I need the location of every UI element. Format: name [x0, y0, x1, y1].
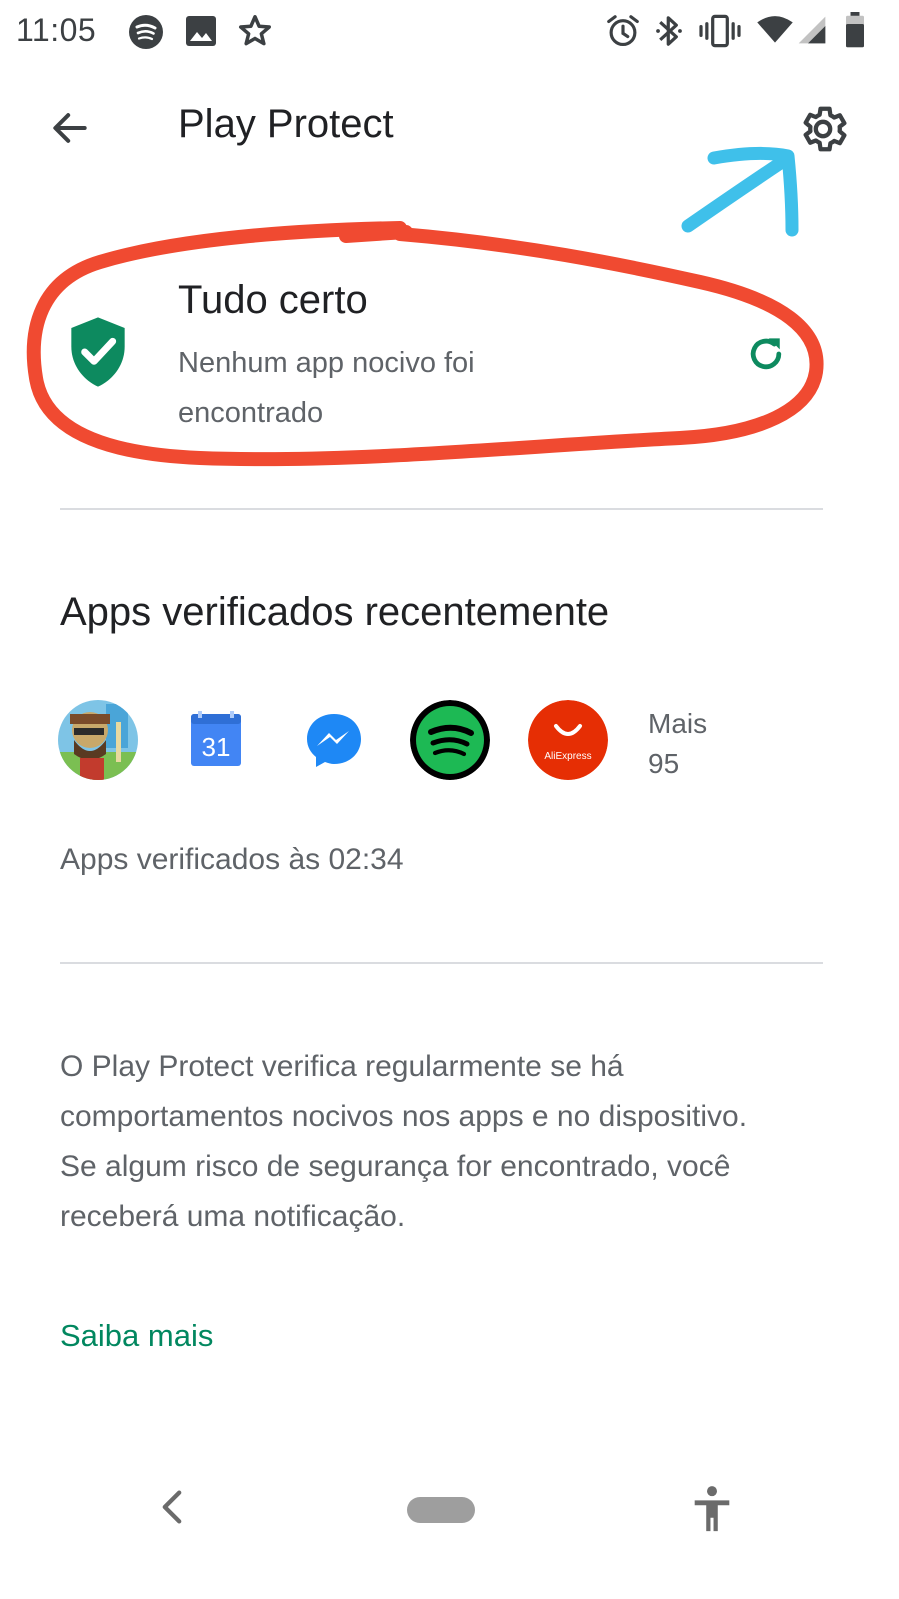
nav-back-icon [162, 1490, 182, 1524]
page-title: Play Protect [178, 102, 394, 146]
messenger-app-icon[interactable] [294, 700, 374, 780]
settings-button[interactable] [792, 98, 854, 160]
star-icon [239, 15, 271, 46]
game-app-icon[interactable] [58, 700, 138, 780]
status-description: Nenhum app nocivo foi encontrado [178, 347, 475, 429]
wifi-icon [757, 16, 793, 43]
section-title: Apps verificados recentemente [60, 590, 610, 634]
nav-back-button[interactable] [150, 1480, 194, 1534]
aliexpress-app-icon[interactable]: AliExpress [528, 700, 608, 780]
shield-check-icon [71, 317, 125, 387]
learn-more-link[interactable]: Saiba mais [60, 1318, 213, 1354]
more-apps-label: Mais [648, 708, 708, 739]
gear-icon [803, 106, 847, 152]
spotify-icon [129, 15, 163, 49]
status-card: Tudo certo Nenhum app nocivo foi encontr… [60, 270, 830, 450]
status-time: 11:05 [16, 12, 97, 48]
bluetooth-icon [656, 16, 682, 46]
accessibility-button[interactable] [688, 1480, 736, 1540]
spotify-logo-icon [410, 700, 490, 780]
signal-icon [798, 16, 826, 44]
aliexpress-icon: AliExpress [528, 700, 608, 780]
divider [60, 962, 823, 964]
navigation-bar [0, 1460, 899, 1560]
app-bar: Play Protect [0, 80, 899, 180]
more-apps[interactable]: Mais 95 [648, 704, 707, 784]
back-button[interactable] [40, 98, 100, 158]
info-text: O Play Protect verifica regularmente se … [60, 1050, 748, 1233]
spotify-app-icon[interactable] [410, 700, 490, 780]
game-avatar-icon [58, 700, 138, 780]
refresh-icon [750, 338, 782, 370]
calendar-icon: 31 [191, 711, 241, 766]
checked-time: Apps verificados às 02:34 [60, 843, 404, 876]
alarm-icon [607, 15, 639, 47]
status-title: Tudo certo [178, 278, 368, 322]
vibrate-icon [699, 14, 741, 48]
divider [60, 508, 823, 510]
status-bar: 11:05 [0, 0, 899, 64]
recent-apps-row: 31 AliExpress Mais 95 [58, 700, 758, 782]
refresh-button[interactable] [738, 326, 794, 382]
more-apps-count: 95 [648, 748, 680, 779]
calendar-app-icon[interactable]: 31 [176, 700, 256, 780]
home-pill-button[interactable] [407, 1497, 475, 1523]
accessibility-icon [694, 1486, 730, 1532]
calendar-day: 31 [202, 732, 231, 762]
image-icon [186, 16, 216, 46]
arrow-back-icon [53, 113, 87, 143]
battery-icon [846, 12, 864, 48]
aliexpress-label: AliExpress [544, 751, 591, 762]
messenger-icon [307, 714, 361, 767]
